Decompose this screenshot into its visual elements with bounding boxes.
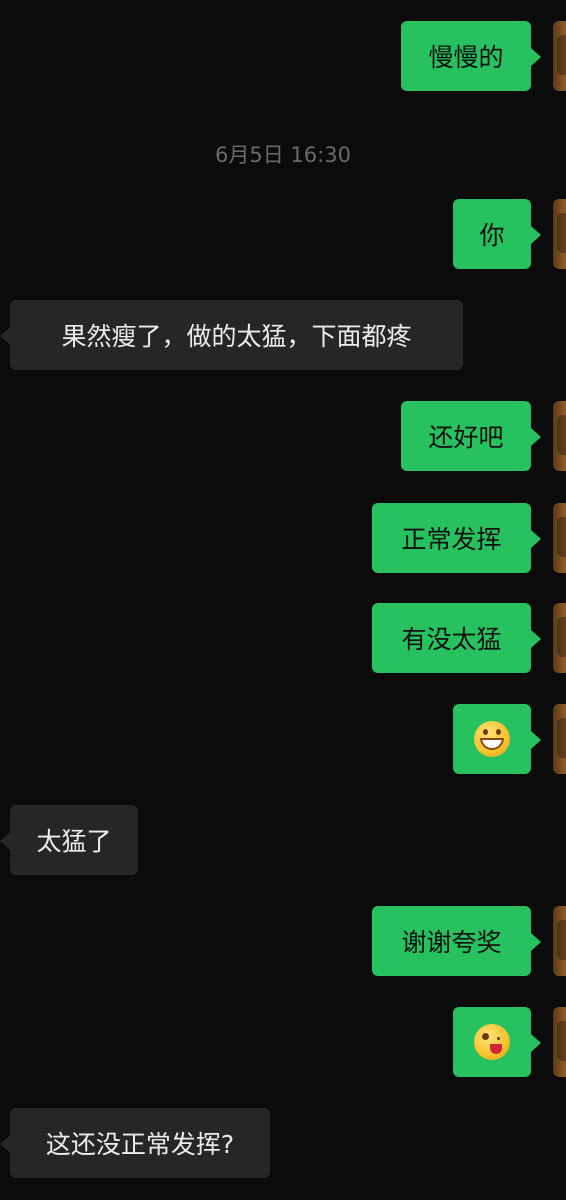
message-text: 这还没正常发挥? <box>45 1130 235 1159</box>
my-avatar[interactable] <box>553 906 566 976</box>
outgoing-message-bubble[interactable]: 正常发挥 <box>372 503 541 573</box>
my-avatar[interactable] <box>553 603 566 673</box>
outgoing-message-bubble[interactable]: 慢慢的 <box>401 21 541 91</box>
bubble-tail <box>531 530 541 548</box>
my-avatar[interactable] <box>553 199 566 269</box>
bubble-tail <box>531 1034 541 1052</box>
bubble-tail <box>0 327 10 345</box>
incoming-message-bubble[interactable]: 果然瘦了，做的太猛，下面都疼 <box>0 300 463 370</box>
message-text: 谢谢夸奖 <box>401 928 502 957</box>
chat-conversation: 慢慢的 6月5日 16:30 你 果然瘦了，做的太猛，下面都疼 还好吧 正常发挥… <box>0 0 566 1200</box>
my-avatar[interactable] <box>553 21 566 91</box>
outgoing-emoji-bubble[interactable] <box>453 1007 541 1077</box>
my-avatar[interactable] <box>553 401 566 471</box>
bubble-tail <box>531 226 541 244</box>
outgoing-message-bubble[interactable]: 有没太猛 <box>372 603 541 673</box>
bubble-tail <box>0 1135 10 1153</box>
bubble-tail <box>0 832 10 850</box>
message-text: 有没太猛 <box>401 625 502 654</box>
incoming-message-bubble[interactable]: 太猛了 <box>0 805 138 875</box>
outgoing-message-bubble[interactable]: 谢谢夸奖 <box>372 906 541 976</box>
winking-face-tongue-emoji-icon <box>474 1024 510 1060</box>
outgoing-emoji-bubble[interactable] <box>453 704 541 774</box>
my-avatar[interactable] <box>553 704 566 774</box>
outgoing-message-bubble[interactable]: 你 <box>453 199 541 269</box>
bubble-tail <box>531 630 541 648</box>
message-text: 果然瘦了，做的太猛，下面都疼 <box>61 322 412 351</box>
message-text: 你 <box>479 221 505 250</box>
message-text: 太猛了 <box>36 827 112 856</box>
my-avatar[interactable] <box>553 1007 566 1077</box>
bubble-tail <box>531 731 541 749</box>
bubble-tail <box>531 933 541 951</box>
message-timestamp: 6月5日 16:30 <box>215 143 351 167</box>
grinning-face-emoji-icon <box>474 721 510 757</box>
message-text: 正常发挥 <box>401 525 502 554</box>
bubble-tail <box>531 428 541 446</box>
outgoing-message-bubble[interactable]: 还好吧 <box>401 401 541 471</box>
message-text: 慢慢的 <box>428 43 504 72</box>
my-avatar[interactable] <box>553 503 566 573</box>
incoming-message-bubble[interactable]: 这还没正常发挥? <box>0 1108 270 1178</box>
message-text: 还好吧 <box>428 423 504 452</box>
bubble-tail <box>531 48 541 66</box>
